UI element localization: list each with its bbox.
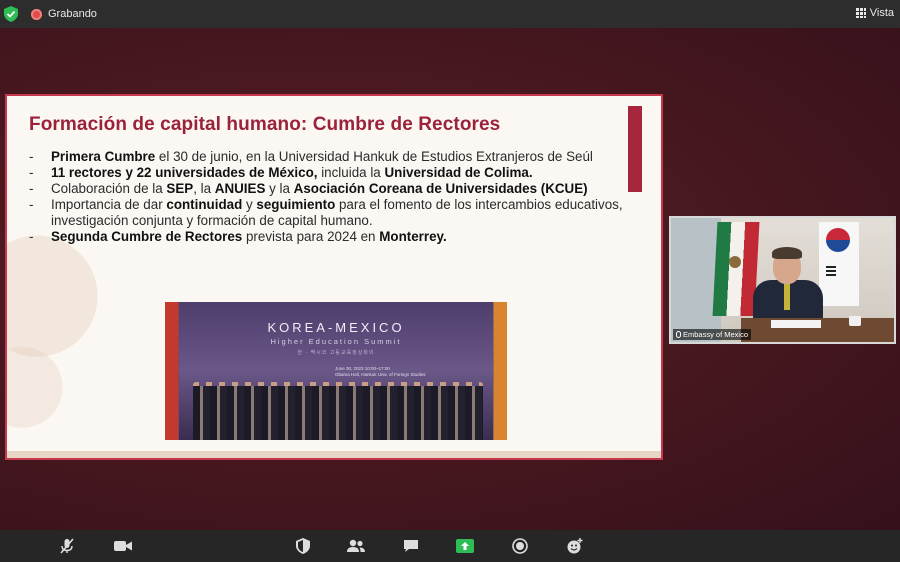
share-screen-icon[interactable]	[456, 538, 474, 554]
view-label: Vista	[869, 7, 894, 19]
participant-name-label: Embassy of Mexico	[673, 329, 752, 340]
bullet-dash: -	[29, 149, 34, 164]
security-icon[interactable]	[294, 538, 312, 554]
slide-bullet-list: - Primera Cumbre el 30 de junio, en la Un…	[27, 149, 627, 245]
meeting-toolbar	[0, 530, 900, 562]
record-icon[interactable]	[511, 538, 529, 554]
bullet-bold-text: ANUIES	[214, 181, 266, 196]
mic-icon	[676, 331, 681, 338]
bullet-bold-text: Primera Cumbre	[51, 149, 156, 164]
encryption-shield-icon[interactable]	[4, 6, 18, 22]
bullet-bold-text: 11 rectores y 22 universidades de México…	[51, 165, 318, 180]
slide-bullet-item: - Primera Cumbre el 30 de junio, en la Un…	[27, 149, 627, 165]
bullet-bold-text: Asociación Coreana de Universidades (KCU…	[293, 181, 588, 196]
video-camera-icon[interactable]	[114, 538, 132, 554]
reactions-icon[interactable]	[566, 538, 584, 554]
bullet-text: Colaboración de la	[51, 181, 167, 196]
bullet-text: , la	[193, 181, 215, 196]
shared-screen-slide: Formación de capital humano: Cumbre de R…	[5, 94, 663, 460]
bullet-text: el 30 de junio, en la Universidad Hankuk…	[155, 149, 593, 164]
bullet-bold-text: Monterrey.	[379, 229, 447, 244]
bullet-bold-text: Universidad de Colima.	[384, 165, 533, 180]
slide-bullet-item: - 11 rectores y 22 universidades de Méxic…	[27, 165, 627, 181]
photo-banner-korean: 한 · 멕시코 고등교육정상회의	[297, 350, 375, 356]
photo-banner-title: KOREA-MEXICO	[267, 320, 405, 335]
mic-muted-icon[interactable]	[58, 538, 76, 554]
bullet-bold-text: Segunda Cumbre de Rectores	[51, 229, 243, 244]
participant-video-tile[interactable]: Embassy of Mexico	[669, 216, 896, 344]
bullet-text: Importancia de dar	[51, 197, 167, 212]
participants-icon[interactable]	[347, 538, 365, 554]
chat-icon[interactable]	[402, 538, 420, 554]
slide-title: Formación de capital humano: Cumbre de R…	[29, 114, 501, 135]
top-bar: Grabando Vista	[0, 0, 900, 28]
bullet-bold-text: seguimiento	[256, 197, 336, 212]
bullet-dash: -	[29, 181, 34, 196]
summit-photo: KOREA-MEXICO Higher Education Summit 한 ·…	[165, 302, 507, 440]
bullet-text: y	[242, 197, 257, 212]
bullet-text: incluida la	[317, 165, 385, 180]
recording-label: Grabando	[48, 8, 97, 20]
grid-view-icon	[855, 8, 866, 18]
recording-indicator-icon	[31, 9, 42, 20]
bullet-dash: -	[29, 229, 34, 244]
photo-banner-date: June 30, 2023 10:00~17:00 Obama Hall, Ha…	[335, 366, 426, 377]
slide-bullet-item: - Segunda Cumbre de Rectores prevista par…	[27, 229, 627, 245]
bullet-bold-text: continuidad	[166, 197, 243, 212]
slide-bullet-item: - Importancia de dar continuidad y seguim…	[27, 197, 627, 229]
bullet-text: y la	[265, 181, 294, 196]
slide-accent-bar	[628, 106, 642, 192]
bullet-dash: -	[29, 165, 34, 180]
bullet-dash: -	[29, 197, 34, 212]
group-photo-people	[193, 386, 483, 440]
bullet-bold-text: SEP	[166, 181, 194, 196]
bullet-text: prevista para 2024 en	[242, 229, 380, 244]
view-button[interactable]: Vista	[855, 7, 894, 19]
slide-bullet-item: - Colaboración de la SEP, la ANUIES y la …	[27, 181, 627, 197]
slide-footer-bar	[7, 451, 661, 458]
photo-banner-subtitle: Higher Education Summit	[270, 337, 402, 346]
